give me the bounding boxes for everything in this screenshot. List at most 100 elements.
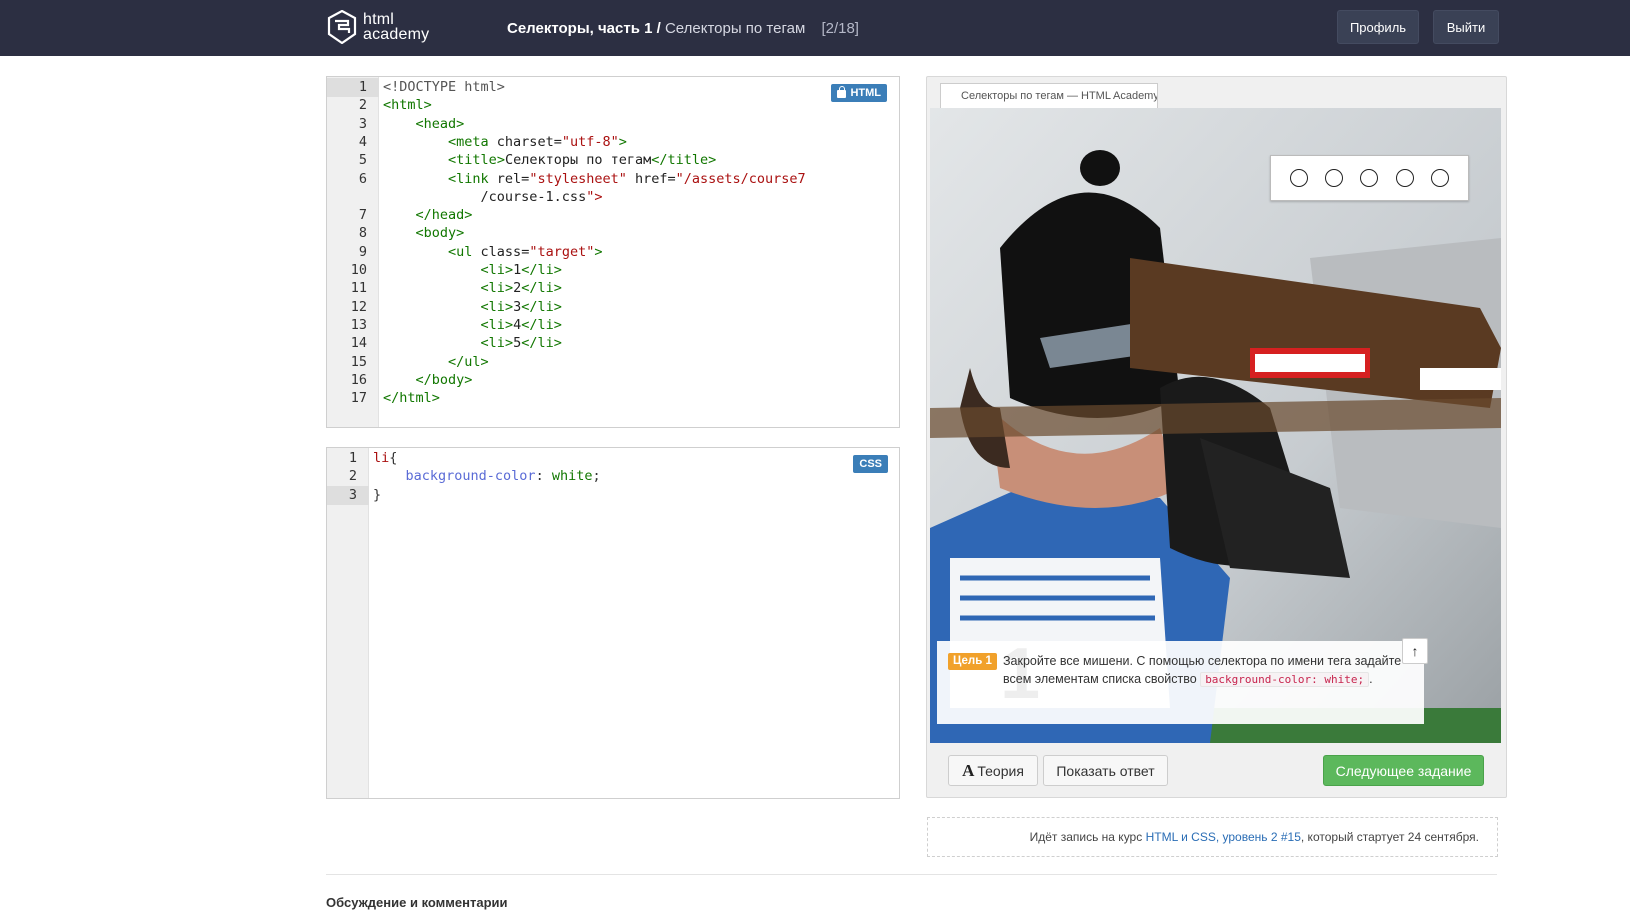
html-line-code: <title>Селекторы по тегам</title> — [448, 152, 717, 169]
html-line-number: 10 — [350, 262, 367, 278]
html-code-line[interactable]: 1 <!DOCTYPE html> — [327, 78, 899, 97]
promo-prefix: Идёт запись на курс — [1029, 830, 1146, 844]
css-badge-label: CSS — [859, 458, 882, 470]
html-line-code: <!DOCTYPE html> — [383, 79, 505, 95]
css-line-code: } — [373, 486, 382, 503]
html-line-number: 3 — [358, 115, 367, 132]
html-code-line[interactable]: 6 <link rel="stylesheet" href="/assets/c… — [327, 170, 899, 189]
html-line-code: <html> — [383, 97, 432, 114]
lesson-topic: Селекторы по тегам — [664, 20, 806, 37]
html-code-line[interactable]: 14 <li>5</li> — [327, 334, 899, 353]
html-line-number: 5 — [358, 152, 367, 169]
html-line-code: <li>4</li> — [480, 316, 562, 333]
html-line-code: </body> — [415, 371, 473, 388]
top-navbar: html academy Селекторы, часть 1 / Селект… — [0, 0, 1630, 56]
html-badge: HTML — [831, 84, 887, 102]
html-code-line[interactable]: 2 <html> — [327, 96, 899, 115]
html-editor[interactable]: 1 <!DOCTYPE html> 2 <html> 3 <head> 4 <meta c… — [326, 76, 900, 428]
html-line-code: <li>1</li> — [480, 262, 562, 278]
css-line-code: background-color: white; — [405, 468, 601, 485]
theory-label: Теория — [977, 762, 1024, 779]
html-line-code: <li>2</li> — [480, 280, 562, 297]
targets-list — [1270, 155, 1469, 201]
goal-label: Цель 1 — [948, 653, 997, 670]
html-code-line[interactable]: 12 <li>3</li> — [327, 298, 899, 317]
html-line-number: 12 — [350, 298, 367, 315]
goal-text: Закройте все мишени. С помощью селектора… — [1003, 652, 1412, 689]
next-task-button[interactable]: Следующее задание — [1323, 755, 1484, 786]
html-line-code: <ul class="target"> — [448, 243, 603, 260]
html-line-code: <meta charset="utf-8"> — [448, 133, 627, 150]
html-line-code: <body> — [415, 225, 465, 242]
css-code-line[interactable]: 3} — [327, 485, 899, 505]
html-academy-logo[interactable]: html academy — [327, 9, 429, 45]
font-a-icon: A — [962, 760, 975, 780]
lesson-counter: [2/18] — [821, 20, 859, 37]
course-promo: Идёт запись на курс HTML и CSS, уровень … — [927, 817, 1498, 857]
show-answer-button[interactable]: Показать ответ — [1043, 755, 1168, 786]
html-code-line[interactable]: /course-1.css"> — [327, 188, 899, 207]
html-line-code: <li>3</li> — [480, 298, 562, 315]
html-line-code: /course-1.css"> — [383, 188, 603, 205]
goal-tail: . — [1369, 672, 1373, 686]
comments-title: Обсуждение и комментарии — [326, 895, 508, 910]
html-line-number: 14 — [350, 335, 367, 352]
html-line-code: <li>5</li> — [480, 335, 562, 352]
css-editor[interactable]: 1 li{2 background-color: white; 3} CSS — [326, 447, 900, 799]
html-code-line[interactable]: 10 <li>1</li> — [327, 261, 899, 280]
html-code-line[interactable]: 9 <ul class="target"> — [327, 243, 899, 262]
html-line-code: <head> — [415, 115, 465, 132]
html-line-number: 4 — [358, 133, 367, 150]
target-circle — [1431, 169, 1450, 187]
logo-line-1: html — [363, 11, 395, 28]
preview-browser-tab: Селекторы по тегам — HTML Academy — [940, 83, 1158, 109]
target-circle — [1289, 169, 1308, 187]
css-code-line[interactable]: 2 background-color: white; — [327, 467, 899, 486]
css-code-line[interactable]: 1 li{ — [327, 449, 899, 468]
html-code-line[interactable]: 15 </ul> — [327, 353, 899, 372]
html-line-code: </ul> — [448, 353, 489, 370]
css-line-number: 1 — [348, 450, 357, 466]
html-line-code: <link rel="stylesheet" href="/assets/cou… — [448, 170, 806, 187]
lesson-title: Селекторы, часть 1 / Селекторы по тегам … — [507, 20, 859, 37]
css-line-code: li{ — [373, 450, 398, 466]
css-line-number: 2 — [348, 468, 357, 485]
promo-suffix: , который стартует 24 сентября. — [1300, 830, 1479, 844]
goal-card: Цель 1 Закройте все мишени. С помощью се… — [937, 641, 1424, 724]
lock-icon — [837, 86, 847, 98]
html-line-number: 16 — [350, 371, 367, 388]
html-line-number: 11 — [350, 280, 367, 297]
arrow-up-icon: ↑ — [1411, 643, 1419, 659]
logout-button[interactable]: Выйти — [1433, 10, 1499, 44]
logo-text: html academy — [363, 11, 430, 43]
theory-button[interactable]: A Теория — [948, 755, 1038, 786]
course-link[interactable]: HTML и CSS, уровень 2 #15 — [1146, 830, 1301, 844]
target-circle — [1360, 169, 1379, 187]
html-line-number: 15 — [350, 353, 367, 370]
html-code-line[interactable]: 4 <meta charset="utf-8"> — [327, 133, 899, 152]
html-code-line[interactable]: 11 <li>2</li> — [327, 279, 899, 298]
html-code-line[interactable]: 3 <head> — [327, 115, 899, 134]
collapse-goal-button[interactable]: ↑ — [1402, 638, 1428, 664]
profile-button[interactable]: Профиль — [1337, 10, 1419, 44]
html-code-line[interactable]: 8 <body> — [327, 224, 899, 243]
html-line-number: 8 — [358, 225, 367, 242]
html-code-line[interactable]: 17 </html> — [327, 389, 899, 408]
html-code-line[interactable]: 16 </body> — [327, 371, 899, 390]
goal-code: background-color: white; — [1200, 672, 1370, 687]
target-circle — [1325, 169, 1344, 187]
html-code-line[interactable]: 13 <li>4</li> — [327, 316, 899, 335]
html-line-number: 1 — [327, 78, 379, 97]
html-badge-label: HTML — [850, 87, 881, 99]
html-code-line[interactable]: 7 </head> — [327, 206, 899, 225]
html-line-number: 17 — [350, 390, 367, 407]
logo-line-2: academy — [363, 26, 430, 43]
lesson-part: Селекторы, часть 1 / — [507, 20, 661, 37]
logo-shield-icon — [327, 10, 357, 44]
html-line-number: 6 — [358, 170, 367, 187]
html-code-line[interactable]: 5 <title>Селекторы по тегам</title> — [327, 151, 899, 170]
html-line-code: </head> — [415, 207, 473, 224]
css-line-number: 3 — [327, 485, 369, 505]
html-line-number: 2 — [358, 97, 367, 114]
css-badge: CSS — [853, 455, 888, 473]
